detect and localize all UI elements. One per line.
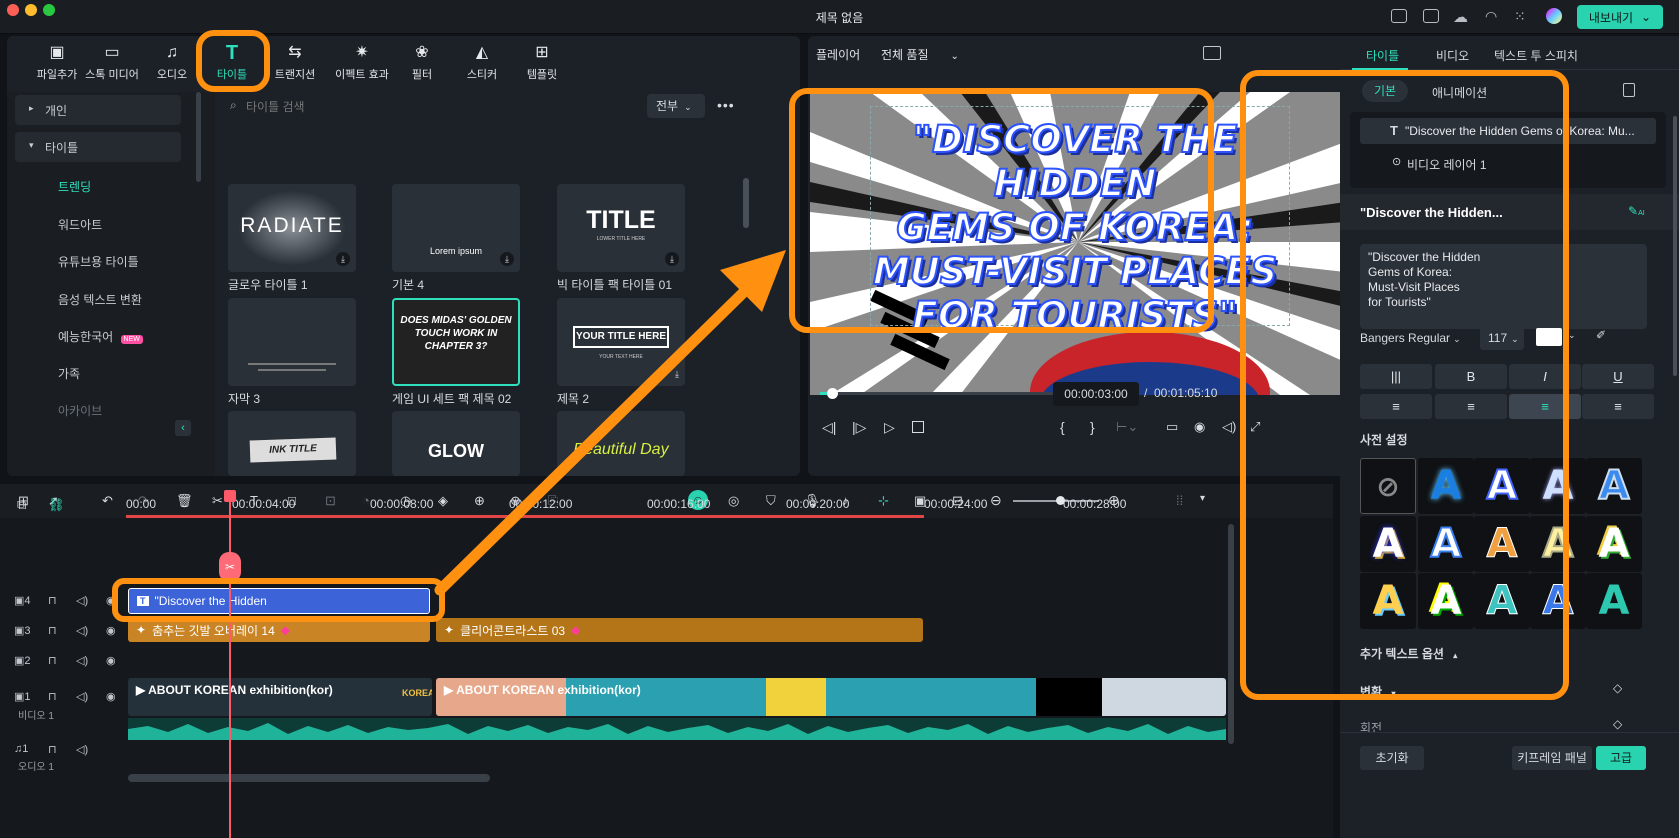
annotation-arrow [434,250,786,596]
